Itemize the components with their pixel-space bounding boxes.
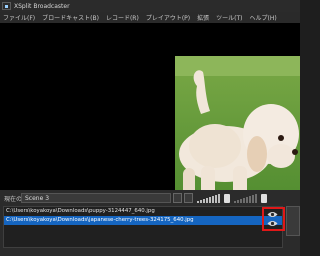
- source-path: C:\Users\koyakoya\Downloads\japanese-che…: [6, 217, 194, 223]
- bottom-panel: 現在の Scene 3 C:\Users\koyakoya\Downloads\…: [0, 190, 300, 256]
- stage-preview[interactable]: [0, 23, 300, 210]
- menu-bar: ファイル(F) ブロードキャスト(B) レコード(R) プレイアウト(P) 拡張…: [0, 12, 300, 23]
- menu-broadcast[interactable]: ブロードキャスト(B): [42, 13, 99, 22]
- source-path: C:\Users\koyakoya\Downloads\puppy-312444…: [6, 208, 155, 214]
- menu-file[interactable]: ファイル(F): [3, 13, 35, 22]
- puppy-image[interactable]: [175, 56, 300, 210]
- source-add-button[interactable]: [286, 206, 300, 236]
- source-list: C:\Users\koyakoya\Downloads\puppy-312444…: [3, 206, 283, 248]
- microphone-icon[interactable]: [224, 193, 230, 203]
- menu-record[interactable]: レコード(R): [106, 13, 139, 22]
- menu-tools[interactable]: ツール(T): [216, 13, 242, 22]
- scene-options-button[interactable]: [173, 193, 182, 203]
- source-row-selected[interactable]: C:\Users\koyakoya\Downloads\japanese-che…: [4, 216, 282, 225]
- scene-toolbar: 現在の Scene 3: [0, 191, 300, 205]
- puppy-illustration: [175, 56, 300, 210]
- menu-extensions[interactable]: 拡張: [197, 13, 209, 22]
- scene-label: 現在の: [4, 195, 23, 203]
- source-row[interactable]: C:\Users\koyakoya\Downloads\puppy-312444…: [4, 207, 282, 216]
- mic-level-bars-icon: [234, 193, 257, 203]
- speaker-icon[interactable]: [261, 193, 267, 203]
- app-logo-icon: [2, 2, 11, 10]
- eye-icon[interactable]: [267, 211, 278, 218]
- window-title: XSplit Broadcaster: [14, 2, 70, 10]
- volume-bars-icon: [197, 193, 220, 203]
- scene-menu-button[interactable]: [184, 193, 193, 203]
- scene-name-field[interactable]: Scene 3: [21, 193, 171, 203]
- title-bar: XSplit Broadcaster: [0, 0, 300, 12]
- menu-help[interactable]: ヘルプ(H): [250, 13, 277, 22]
- eye-icon[interactable]: [267, 220, 278, 227]
- menu-playout[interactable]: プレイアウト(P): [146, 13, 190, 22]
